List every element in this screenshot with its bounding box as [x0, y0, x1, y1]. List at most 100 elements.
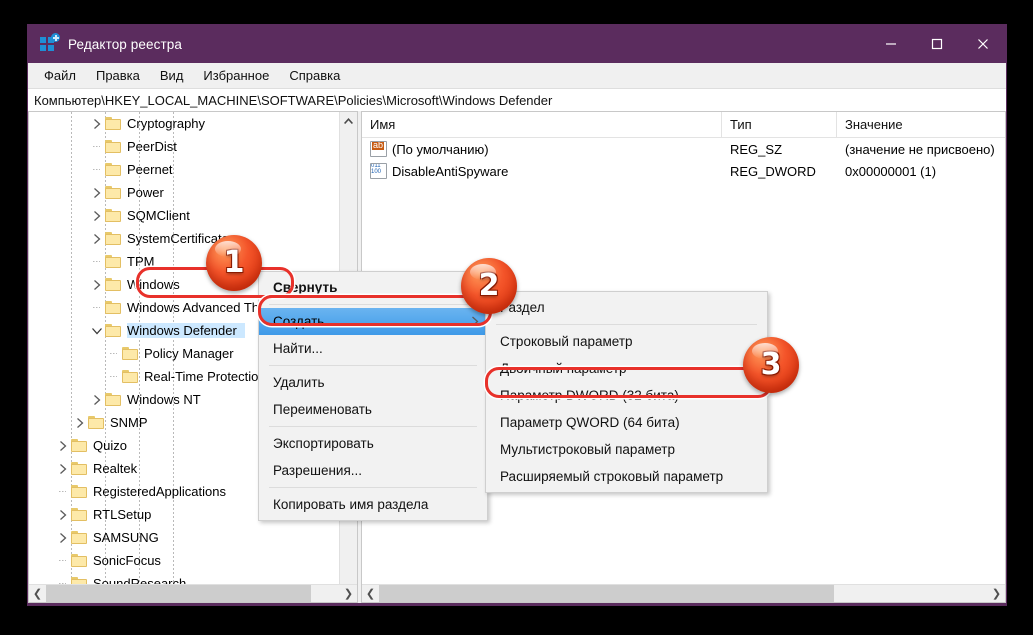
- folder-icon: [71, 531, 87, 544]
- submenu-label: Параметр QWORD (64 бита): [500, 415, 680, 430]
- values-hscroll-thumb[interactable]: [379, 585, 834, 602]
- values-hscroll-track[interactable]: [834, 585, 988, 602]
- context-menu-label: Переименовать: [273, 402, 372, 417]
- folder-icon: [105, 186, 121, 199]
- submenu-item[interactable]: Мультистроковый параметр: [486, 436, 767, 463]
- callout-badge-3: 3: [743, 337, 799, 393]
- folder-icon: [105, 393, 121, 406]
- menu-bar: Файл Правка Вид Избранное Справка: [28, 63, 1006, 89]
- tree-hscroll-track[interactable]: [311, 585, 340, 602]
- menu-help[interactable]: Справка: [279, 65, 350, 86]
- chevron-right-icon[interactable]: [88, 210, 105, 221]
- tree-connector: [88, 261, 105, 262]
- tree-connector: [54, 491, 71, 492]
- context-menu-item[interactable]: Экспортировать: [259, 430, 487, 457]
- submenu-label: Мультистроковый параметр: [500, 442, 675, 457]
- value-data: 0x00000001 (1): [845, 163, 937, 179]
- tree-item-power[interactable]: Power: [29, 181, 339, 204]
- chevron-right-icon[interactable]: [88, 394, 105, 405]
- chevron-right-icon[interactable]: [71, 417, 88, 428]
- binary-value-icon: [370, 163, 387, 179]
- submenu-item[interactable]: Расширяемый строковый параметр: [486, 463, 767, 490]
- tree-scroll-up-icon[interactable]: [340, 112, 357, 129]
- context-menu-item[interactable]: Разрешения...: [259, 457, 487, 484]
- chevron-right-icon[interactable]: [54, 532, 71, 543]
- context-menu-item[interactable]: Копировать имя раздела: [259, 491, 487, 518]
- tree-item-label: Cryptography: [127, 116, 206, 131]
- tree-item-systemcertificates[interactable]: SystemCertificates: [29, 227, 339, 250]
- menu-view[interactable]: Вид: [150, 65, 194, 86]
- tree-scroll-left-icon[interactable]: ❮: [29, 585, 46, 602]
- value-data: (значение не присвоено): [845, 141, 995, 157]
- context-menu-item[interactable]: Переименовать: [259, 396, 487, 423]
- submenu-item[interactable]: Параметр QWORD (64 бита): [486, 409, 767, 436]
- folder-icon: [71, 577, 87, 584]
- folder-icon: [105, 232, 121, 245]
- callout-badge-2: 2: [461, 258, 517, 314]
- folder-icon: [105, 301, 121, 314]
- menu-edit[interactable]: Правка: [86, 65, 150, 86]
- tree-hscroll-thumb[interactable]: [46, 585, 311, 602]
- title-bar: Редактор реестра: [28, 25, 1006, 63]
- tree-item-peernet[interactable]: Peernet: [29, 158, 339, 181]
- tree-scroll-right-icon[interactable]: ❯: [340, 585, 357, 602]
- table-row[interactable]: DisableAntiSpyware REG_DWORD 0x00000001 (1…: [362, 160, 1005, 182]
- folder-icon: [122, 370, 138, 383]
- registry-editor-icon: [40, 33, 60, 53]
- tree-item-label: Windows Defender: [127, 323, 245, 338]
- tree-connector: [105, 376, 122, 377]
- folder-icon: [105, 140, 121, 153]
- chevron-right-icon[interactable]: [88, 233, 105, 244]
- table-row[interactable]: (По умолчанию) REG_SZ (значение не присвое…: [362, 138, 1005, 160]
- tree-item-cryptography[interactable]: Cryptography: [29, 112, 339, 135]
- close-button[interactable]: [960, 25, 1006, 63]
- menu-separator: [496, 324, 757, 325]
- minimize-button[interactable]: [868, 25, 914, 63]
- column-header-name[interactable]: Имя: [362, 112, 722, 137]
- values-header: Имя Тип Значение: [362, 112, 1005, 138]
- address-bar[interactable]: Компьютер\HKEY_LOCAL_MACHINE\SOFTWARE\Po…: [28, 89, 1006, 112]
- tree-item-label: Peernet: [127, 162, 173, 177]
- tree-horizontal-scrollbar[interactable]: ❮ ❯: [29, 584, 357, 602]
- chevron-right-icon[interactable]: [88, 279, 105, 290]
- folder-icon: [71, 439, 87, 452]
- menu-favorites[interactable]: Избранное: [193, 65, 279, 86]
- values-scroll-right-icon[interactable]: ❯: [988, 585, 1005, 602]
- tree-item-label: Quizo: [93, 438, 127, 453]
- folder-icon: [71, 462, 87, 475]
- chevron-right-icon[interactable]: [54, 440, 71, 451]
- chevron-down-icon[interactable]: [88, 327, 105, 335]
- tree-connector: [88, 307, 105, 308]
- values-list[interactable]: (По умолчанию) REG_SZ (значение не присвое…: [362, 138, 1005, 182]
- values-scroll-left-icon[interactable]: ❮: [362, 585, 379, 602]
- folder-icon: [105, 278, 121, 291]
- value-name: (По умолчанию): [392, 141, 489, 157]
- chevron-right-icon[interactable]: [54, 463, 71, 474]
- submenu-item[interactable]: Раздел: [486, 294, 767, 321]
- tree-item-soundresearch[interactable]: SoundResearch: [29, 572, 339, 584]
- tree-item-label: Real-Time Protection: [144, 369, 266, 384]
- chevron-right-icon[interactable]: [88, 118, 105, 129]
- tree-connector: [105, 353, 122, 354]
- tree-item-samsung[interactable]: SAMSUNG: [29, 526, 339, 549]
- tree-item-sqmclient[interactable]: SQMClient: [29, 204, 339, 227]
- folder-icon: [105, 117, 121, 130]
- column-header-type[interactable]: Тип: [722, 112, 837, 137]
- tree-item-label: Power: [127, 185, 164, 200]
- tree-item-label: RegisteredApplications: [93, 484, 226, 499]
- submenu-label: Строковый параметр: [500, 334, 633, 349]
- tree-item-sonicfocus[interactable]: SonicFocus: [29, 549, 339, 572]
- context-menu-label: Экспортировать: [273, 436, 374, 451]
- column-header-value[interactable]: Значение: [837, 112, 1005, 137]
- submenu-item[interactable]: Строковый параметр: [486, 328, 767, 355]
- chevron-right-icon[interactable]: [54, 509, 71, 520]
- values-horizontal-scrollbar[interactable]: ❮ ❯: [362, 584, 1005, 602]
- highlight-ring-dword-item: [485, 367, 772, 398]
- context-menu-label: Разрешения...: [273, 463, 363, 478]
- menu-file[interactable]: Файл: [34, 65, 86, 86]
- tree-item-peerdist[interactable]: PeerDist: [29, 135, 339, 158]
- context-menu-item[interactable]: Удалить: [259, 369, 487, 396]
- context-menu-item[interactable]: Найти...: [259, 335, 487, 362]
- chevron-right-icon[interactable]: [88, 187, 105, 198]
- maximize-button[interactable]: [914, 25, 960, 63]
